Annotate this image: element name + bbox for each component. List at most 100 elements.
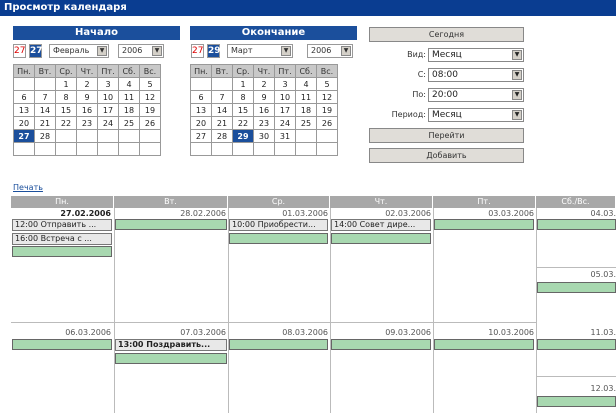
free-slot[interactable] [331, 339, 431, 350]
day-cell[interactable] [139, 129, 161, 143]
day-cell[interactable]: 13 [190, 103, 212, 117]
day-cell[interactable]: 6 [190, 90, 212, 104]
day-cell[interactable]: 10 [274, 90, 296, 104]
free-slot[interactable] [115, 353, 227, 364]
day-cell[interactable]: 25 [118, 116, 140, 130]
day-cell[interactable]: 19 [316, 103, 338, 117]
day-cell[interactable]: 21 [34, 116, 56, 130]
day-cell[interactable]: 3 [97, 77, 119, 91]
day-cell[interactable]: 26 [316, 116, 338, 130]
day-cell[interactable]: 30 [253, 129, 275, 143]
start-prev-day[interactable]: 27 [13, 44, 26, 58]
event-item[interactable]: 16:00 Встреча с ... [12, 233, 112, 245]
to-time-select[interactable]: 20:00 ▼ [428, 88, 524, 102]
day-cell[interactable] [139, 142, 161, 156]
day-cell[interactable]: 24 [97, 116, 119, 130]
day-cell[interactable]: 25 [295, 116, 317, 130]
event-item[interactable]: 12:00 Отправить ... [12, 219, 112, 231]
free-slot[interactable] [229, 339, 328, 350]
day-cell[interactable]: 24 [274, 116, 296, 130]
free-slot[interactable] [331, 233, 431, 244]
free-slot[interactable] [12, 246, 112, 257]
today-button[interactable]: Сегодня [369, 27, 524, 42]
day-cell[interactable]: 9 [253, 90, 275, 104]
free-slot[interactable] [537, 219, 616, 230]
day-cell[interactable]: 9 [76, 90, 98, 104]
day-cell[interactable]: 3 [274, 77, 296, 91]
day-cell[interactable]: 16 [76, 103, 98, 117]
start-year-select[interactable]: 2006 ▼ [118, 44, 164, 58]
day-cell[interactable]: 20 [13, 116, 35, 130]
day-cell[interactable] [13, 142, 35, 156]
day-cell[interactable]: 31 [274, 129, 296, 143]
free-slot[interactable] [537, 282, 616, 293]
day-cell[interactable]: 16 [253, 103, 275, 117]
day-cell[interactable] [316, 129, 338, 143]
day-cell[interactable]: 11 [295, 90, 317, 104]
day-cell[interactable] [76, 142, 98, 156]
day-cell[interactable] [55, 129, 77, 143]
day-cell[interactable]: 19 [139, 103, 161, 117]
day-cell[interactable]: 27 [190, 129, 212, 143]
day-cell[interactable] [295, 129, 317, 143]
go-button[interactable]: Перейти [369, 128, 524, 143]
day-cell[interactable]: 28 [211, 129, 233, 143]
day-cell[interactable]: 15 [55, 103, 77, 117]
day-cell[interactable] [316, 142, 338, 156]
free-slot[interactable] [229, 233, 328, 244]
day-cell[interactable] [97, 129, 119, 143]
from-time-select[interactable]: 08:00 ▼ [428, 68, 524, 82]
end-year-select[interactable]: 2006 ▼ [307, 44, 353, 58]
day-cell[interactable]: 12 [139, 90, 161, 104]
day-cell[interactable]: 15 [232, 103, 254, 117]
day-cell[interactable]: 21 [211, 116, 233, 130]
day-cell[interactable]: 7 [211, 90, 233, 104]
day-cell[interactable]: 17 [274, 103, 296, 117]
event-item[interactable]: 14:00 Совет дире... [331, 219, 431, 231]
day-cell[interactable] [97, 142, 119, 156]
add-button[interactable]: Добавить [369, 148, 524, 163]
end-month-select[interactable]: Март ▼ [227, 44, 293, 58]
free-slot[interactable] [537, 339, 616, 350]
day-cell[interactable]: 2 [253, 77, 275, 91]
day-cell[interactable]: 8 [232, 90, 254, 104]
day-cell[interactable]: 14 [34, 103, 56, 117]
day-cell[interactable] [190, 77, 212, 91]
free-slot[interactable] [12, 339, 112, 350]
day-cell[interactable]: 6 [13, 90, 35, 104]
day-cell[interactable]: 4 [118, 77, 140, 91]
day-cell[interactable]: 26 [139, 116, 161, 130]
day-cell[interactable] [253, 142, 275, 156]
day-cell[interactable] [211, 142, 233, 156]
day-cell[interactable]: 11 [118, 90, 140, 104]
print-link[interactable]: Печать [13, 183, 43, 192]
day-cell[interactable]: 5 [139, 77, 161, 91]
day-cell[interactable]: 22 [55, 116, 77, 130]
free-slot[interactable] [537, 396, 616, 407]
day-cell[interactable] [295, 142, 317, 156]
day-cell[interactable]: 4 [295, 77, 317, 91]
free-slot[interactable] [115, 219, 227, 230]
start-selected-day[interactable]: 27 [29, 44, 43, 58]
day-cell[interactable]: 17 [97, 103, 119, 117]
day-cell[interactable] [274, 142, 296, 156]
day-cell[interactable]: 10 [97, 90, 119, 104]
day-cell[interactable]: 12 [316, 90, 338, 104]
end-selected-day[interactable]: 29 [207, 44, 221, 58]
day-cell[interactable]: 23 [76, 116, 98, 130]
day-cell[interactable] [55, 142, 77, 156]
day-cell[interactable]: 7 [34, 90, 56, 104]
day-cell[interactable] [34, 77, 56, 91]
day-cell[interactable]: 8 [55, 90, 77, 104]
day-cell[interactable]: 14 [211, 103, 233, 117]
day-cell[interactable]: 5 [316, 77, 338, 91]
day-cell[interactable]: 28 [34, 129, 56, 143]
day-cell[interactable]: 18 [118, 103, 140, 117]
start-month-select[interactable]: Февраль ▼ [49, 44, 109, 58]
day-cell[interactable]: 1 [55, 77, 77, 91]
day-cell[interactable] [13, 77, 35, 91]
day-cell[interactable]: 20 [190, 116, 212, 130]
day-cell[interactable]: 22 [232, 116, 254, 130]
end-prev-day[interactable]: 27 [191, 44, 204, 58]
day-cell[interactable] [118, 142, 140, 156]
